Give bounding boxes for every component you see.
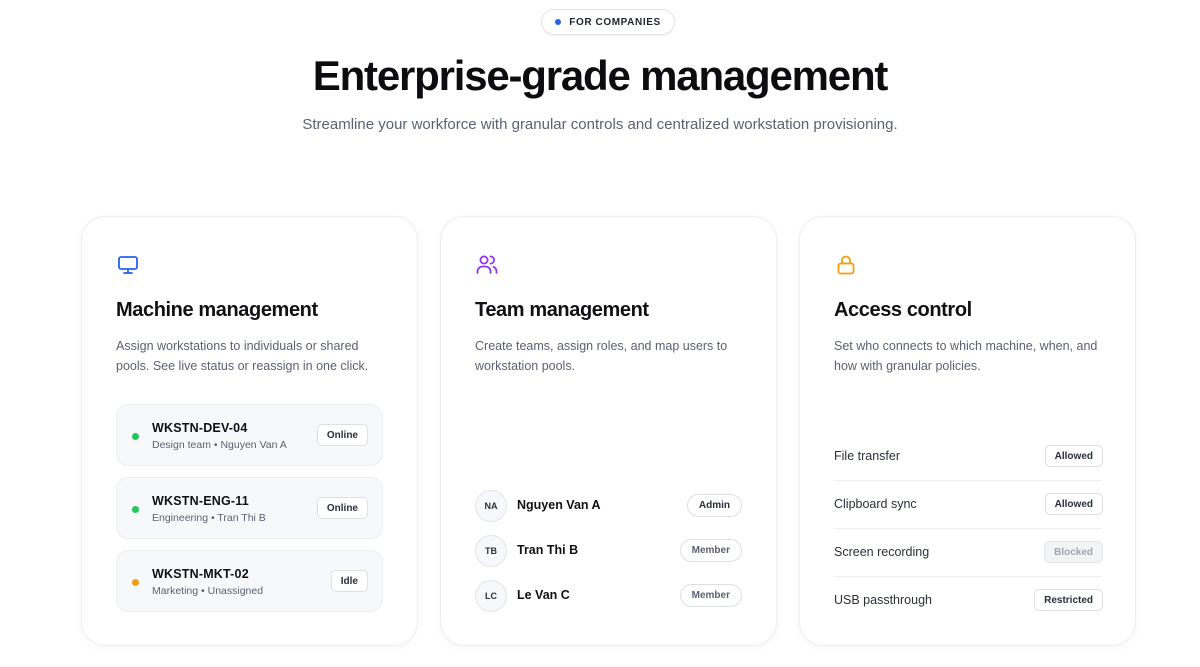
machine-name: WKSTN-DEV-04 — [152, 421, 248, 435]
member-name: Le Van C — [517, 588, 570, 602]
policy-status-badge: Allowed — [1044, 493, 1103, 515]
role-badge: Member — [679, 539, 742, 562]
machine-name: WKSTN-MKT-02 — [152, 567, 249, 581]
team-member-row[interactable]: LC Le Van C Member — [475, 580, 742, 612]
status-badge: Online — [316, 497, 368, 519]
access-control-title: Access control — [834, 299, 972, 321]
team-management-card: Team management Create teams, assign rol… — [440, 216, 777, 646]
team-member-row[interactable]: NA Nguyen Van A Admin — [475, 490, 742, 522]
lock-icon — [834, 253, 858, 277]
page-title: Enterprise-grade management — [312, 52, 889, 99]
status-badge: Online — [316, 424, 368, 446]
team-management-description: Create teams, assign roles, and map user… — [475, 339, 728, 373]
page-subtitle: Streamline your workforce with granular … — [302, 116, 898, 133]
badge-label: FOR COMPANIES — [569, 16, 661, 28]
machine-management-card: Machine management Assign workstations t… — [81, 216, 418, 646]
status-dot — [132, 433, 139, 440]
machine-meta: Engineering • Tran Thi B — [152, 512, 266, 524]
for-companies-badge: FOR COMPANIES — [541, 9, 675, 35]
machine-name: WKSTN-ENG-11 — [152, 494, 249, 508]
machine-row[interactable]: WKSTN-ENG-11 Engineering • Tran Thi B On… — [116, 477, 383, 539]
machine-row[interactable]: WKSTN-MKT-02 Marketing • Unassigned Idle — [116, 550, 383, 612]
status-badge: Idle — [330, 570, 368, 592]
policy-status-badge: Allowed — [1044, 445, 1103, 467]
machine-row[interactable]: WKSTN-DEV-04 Design team • Nguyen Van A … — [116, 404, 383, 466]
policy-name: USB passthrough — [834, 593, 932, 607]
machine-meta: Design team • Nguyen Van A — [152, 439, 287, 451]
status-dot — [132, 506, 139, 513]
policy-status-badge: Blocked — [1044, 541, 1103, 563]
machine-management-title: Machine management — [116, 299, 318, 321]
machine-meta: Marketing • Unassigned — [152, 585, 264, 597]
status-dot — [132, 579, 139, 586]
policy-row-clipboard-sync[interactable]: Clipboard sync Allowed — [834, 481, 1103, 529]
policy-row-file-transfer[interactable]: File transfer Allowed — [834, 433, 1103, 481]
member-name: Nguyen Van A — [517, 498, 601, 512]
avatar: TB — [475, 535, 507, 567]
users-icon — [475, 253, 499, 277]
access-control-description: Set who connects to which machine, when,… — [834, 339, 1098, 373]
policy-row-usb-passthrough[interactable]: USB passthrough Restricted — [834, 577, 1103, 625]
policy-name: Clipboard sync — [834, 497, 917, 511]
member-name: Tran Thi B — [517, 543, 579, 557]
access-control-card: Access control Set who connects to which… — [799, 216, 1136, 646]
avatar: LC — [475, 580, 507, 612]
policy-status-badge: Restricted — [1034, 589, 1103, 611]
role-badge: Member — [679, 584, 742, 607]
machine-management-description: Assign workstations to individuals or sh… — [116, 339, 369, 373]
team-management-title: Team management — [475, 299, 649, 321]
monitor-icon — [116, 253, 140, 277]
role-badge: Admin — [686, 494, 742, 517]
policy-name: Screen recording — [834, 545, 930, 559]
badge-dot — [555, 19, 562, 25]
policy-row-screen-recording[interactable]: Screen recording Blocked — [834, 529, 1103, 577]
avatar: NA — [475, 490, 507, 522]
team-member-row[interactable]: TB Tran Thi B Member — [475, 535, 742, 567]
policy-name: File transfer — [834, 449, 900, 463]
